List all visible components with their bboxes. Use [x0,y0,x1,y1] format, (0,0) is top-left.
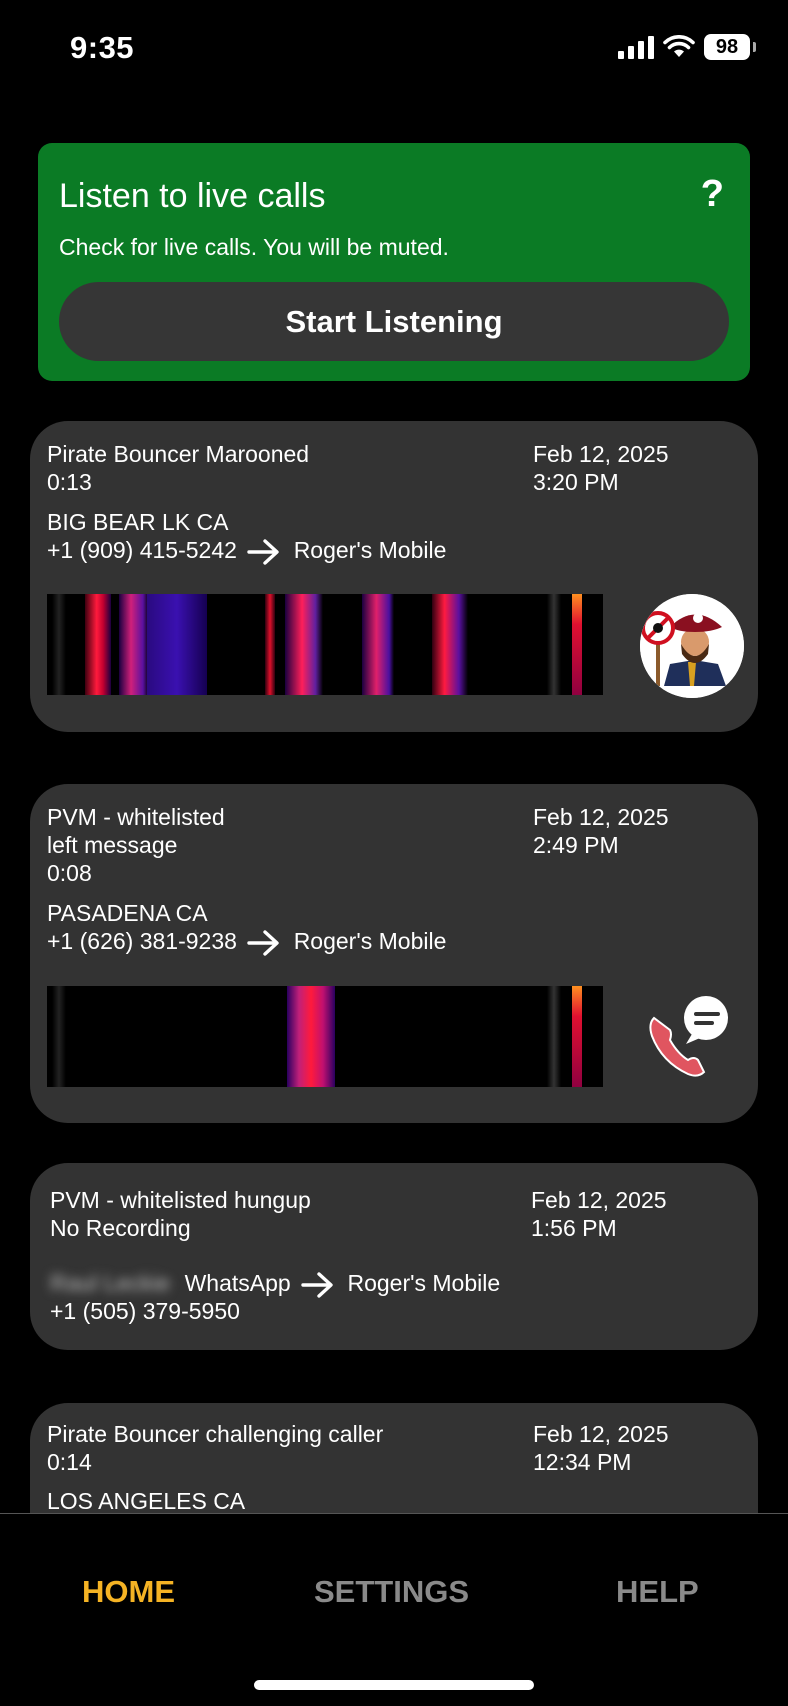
call-note: No Recording [50,1215,191,1241]
call-card[interactable]: Pirate Bouncer challenging caller 0:14 F… [30,1403,758,1513]
call-duration: 0:14 [47,1449,92,1475]
battery-icon: 98 [704,34,756,60]
caller-name: Raul Leckie [50,1270,171,1296]
call-location: BIG BEAR LK CA [47,509,229,535]
tab-home[interactable]: HOME [82,1574,175,1610]
status-time: 9:35 [70,30,135,65]
call-duration: 0:13 [47,469,92,495]
call-date: Feb 12, 2025 [531,1187,667,1213]
call-status: Pirate Bouncer challenging caller [47,1421,384,1447]
start-listening-button[interactable]: Start Listening [59,282,729,361]
call-time: 12:34 PM [533,1449,632,1475]
call-card[interactable]: PVM - whitelisted left message 0:08 Feb … [30,784,758,1123]
audio-spectrogram[interactable] [47,594,603,695]
call-card[interactable]: PVM - whitelisted hungup No Recording Fe… [30,1163,758,1350]
call-route: +1 (626) 381-9238 Roger's Mobile [47,927,446,957]
call-date: Feb 12, 2025 [533,1421,669,1447]
tab-settings[interactable]: SETTINGS [314,1574,469,1610]
call-route: Raul Leckie WhatsApp Roger's Mobile [50,1269,500,1299]
call-date: Feb 12, 2025 [533,804,669,830]
call-card[interactable]: Pirate Bouncer Marooned 0:13 Feb 12, 202… [30,421,758,732]
call-source: WhatsApp [184,1270,291,1296]
arrow-right-icon [247,930,279,956]
call-time: 3:20 PM [533,469,619,495]
call-location: LOS ANGELES CA [47,1488,246,1513]
arrow-right-icon [301,1272,333,1298]
call-date: Feb 12, 2025 [533,441,669,467]
caller-number: +1 (909) 415-5242 [47,537,237,563]
voicemail-message-icon [649,996,728,1077]
caller-number: +1 (505) 379-5950 [50,1298,240,1324]
call-target: Roger's Mobile [293,928,447,954]
tab-help[interactable]: HELP [616,1574,699,1610]
live-calls-card: Listen to live calls ? Check for live ca… [38,143,750,381]
live-calls-title: Listen to live calls [59,177,326,215]
status-icons: 98 [618,34,756,60]
call-target: Roger's Mobile [347,1270,501,1296]
call-time: 1:56 PM [531,1215,617,1241]
help-question-button[interactable]: ? [701,173,724,216]
status-bar: 9:35 98 [0,0,788,100]
call-note: left message [47,832,178,858]
home-indicator[interactable] [254,1680,534,1690]
call-route: +1 (909) 415-5242 Roger's Mobile [47,536,446,566]
call-location: PASADENA CA [47,900,208,926]
call-duration: 0:08 [47,860,92,886]
audio-spectrogram[interactable] [47,986,603,1087]
call-status: PVM - whitelisted hungup [50,1187,311,1213]
call-target: Roger's Mobile [293,537,447,563]
caller-number: +1 (626) 381-9238 [47,928,237,954]
call-status: Pirate Bouncer Marooned [47,441,310,467]
wifi-icon [663,35,695,57]
pirate-bouncer-icon [640,594,744,698]
live-calls-subtitle: Check for live calls. You will be muted. [59,234,449,260]
arrow-right-icon [247,539,279,565]
cellular-signal-icon [618,35,654,59]
call-time: 2:49 PM [533,832,619,858]
tab-bar: HOME SETTINGS HELP [0,1514,788,1706]
call-status: PVM - whitelisted [47,804,225,830]
